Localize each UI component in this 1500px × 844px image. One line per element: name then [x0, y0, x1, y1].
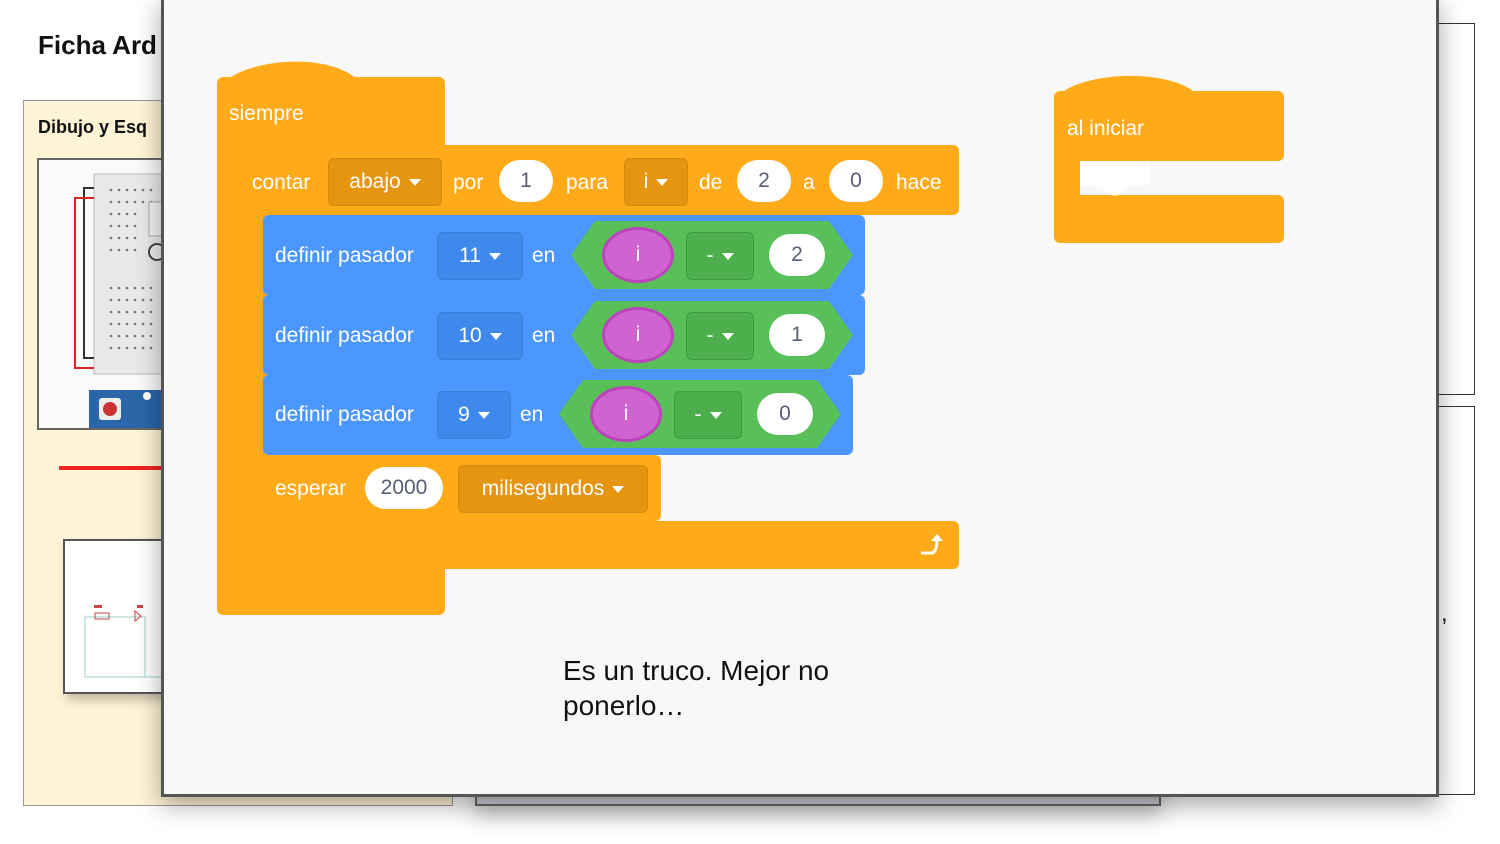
- dropdown-caret-icon: [656, 178, 669, 186]
- variable-i-reporter[interactable]: i: [602, 307, 674, 363]
- schematic-drawing: [84, 605, 165, 678]
- count-by-label: por: [453, 171, 484, 194]
- slide-comma: ,: [1441, 600, 1448, 627]
- wait-time-input[interactable]: 2000: [365, 467, 443, 509]
- wait-unit-value: milisegundos: [481, 477, 605, 500]
- wait-unit-dropdown[interactable]: milisegundos: [458, 465, 648, 513]
- count-label: contar: [252, 171, 311, 194]
- dropdown-caret-icon: [612, 485, 625, 493]
- set-pin-in-label: en: [520, 403, 544, 426]
- variable-i-reporter[interactable]: i: [590, 386, 662, 442]
- operator-value: -: [706, 324, 714, 347]
- count-loop-footer: [239, 521, 959, 569]
- count-to-input[interactable]: 0: [829, 160, 883, 202]
- set-pin-number: 9: [458, 403, 470, 426]
- count-var-dropdown[interactable]: i: [624, 158, 688, 206]
- count-for-label: para: [566, 171, 609, 194]
- dropdown-caret-icon: [489, 332, 502, 340]
- set-pin-number: 11: [459, 244, 481, 267]
- on-start-label: al iniciar: [1067, 117, 1145, 140]
- schematic-image: [63, 539, 173, 694]
- dropdown-caret-icon: [477, 411, 490, 419]
- zoomed-code-image: siempre contar abajo por 1 para i de 2 a…: [161, 0, 1439, 797]
- popup-canvas: siempre contar abajo por 1 para i de 2 a…: [164, 3, 1436, 794]
- operator-dropdown[interactable]: -: [686, 312, 754, 360]
- on-start-footer: [1054, 195, 1284, 243]
- dropdown-caret-icon: [721, 332, 734, 340]
- forever-hat: [217, 61, 367, 93]
- operand-input[interactable]: 1: [769, 314, 825, 356]
- count-from-label: de: [699, 171, 723, 194]
- variable-i-reporter[interactable]: i: [602, 227, 674, 283]
- count-var-value: i: [643, 170, 649, 193]
- note-text: Es un truco. Mejor no ponerlo…: [563, 655, 830, 721]
- dropdown-caret-icon: [488, 252, 501, 260]
- dropdown-caret-icon: [408, 178, 421, 186]
- count-from-input[interactable]: 2: [737, 160, 791, 202]
- count-direction-value: abajo: [349, 170, 401, 193]
- set-pin-dropdown[interactable]: 10: [437, 312, 523, 360]
- on-start-notch: [1080, 161, 1150, 196]
- set-pin-in-label: en: [532, 244, 556, 267]
- slide-panel-title: Dibujo y Esq: [38, 117, 148, 137]
- count-direction-dropdown[interactable]: abajo: [328, 158, 442, 206]
- set-pin-label: definir pasador: [275, 324, 414, 347]
- dropdown-caret-icon: [721, 252, 734, 260]
- set-pin-number: 10: [458, 324, 482, 347]
- operator-dropdown[interactable]: -: [686, 232, 754, 280]
- count-loop-gap: [445, 569, 1045, 619]
- operator-dropdown[interactable]: -: [674, 391, 742, 439]
- breadboard-drawing: [74, 173, 175, 428]
- count-by-input[interactable]: 1: [499, 160, 553, 202]
- set-pin-dropdown[interactable]: 9: [437, 391, 511, 439]
- set-pin-in-label: en: [532, 324, 556, 347]
- dropdown-caret-icon: [709, 411, 722, 419]
- breadboard-image: [37, 158, 177, 430]
- set-pin-label: definir pasador: [275, 244, 414, 267]
- operator-value: -: [694, 403, 702, 426]
- slide-title: Ficha Ard: [38, 30, 157, 60]
- wait-label: esperar: [275, 477, 347, 500]
- operator-value: -: [706, 244, 714, 267]
- slide-red-divider: [59, 466, 169, 470]
- operand-input[interactable]: 0: [757, 393, 813, 435]
- set-pin-label: definir pasador: [275, 403, 414, 426]
- count-to-label: a: [803, 171, 815, 194]
- operand-input[interactable]: 2: [769, 234, 825, 276]
- forever-label: siempre: [229, 102, 304, 125]
- loop-arrow-icon: [921, 534, 943, 555]
- count-do-label: hace: [896, 171, 942, 194]
- set-pin-dropdown[interactable]: 11: [437, 232, 523, 280]
